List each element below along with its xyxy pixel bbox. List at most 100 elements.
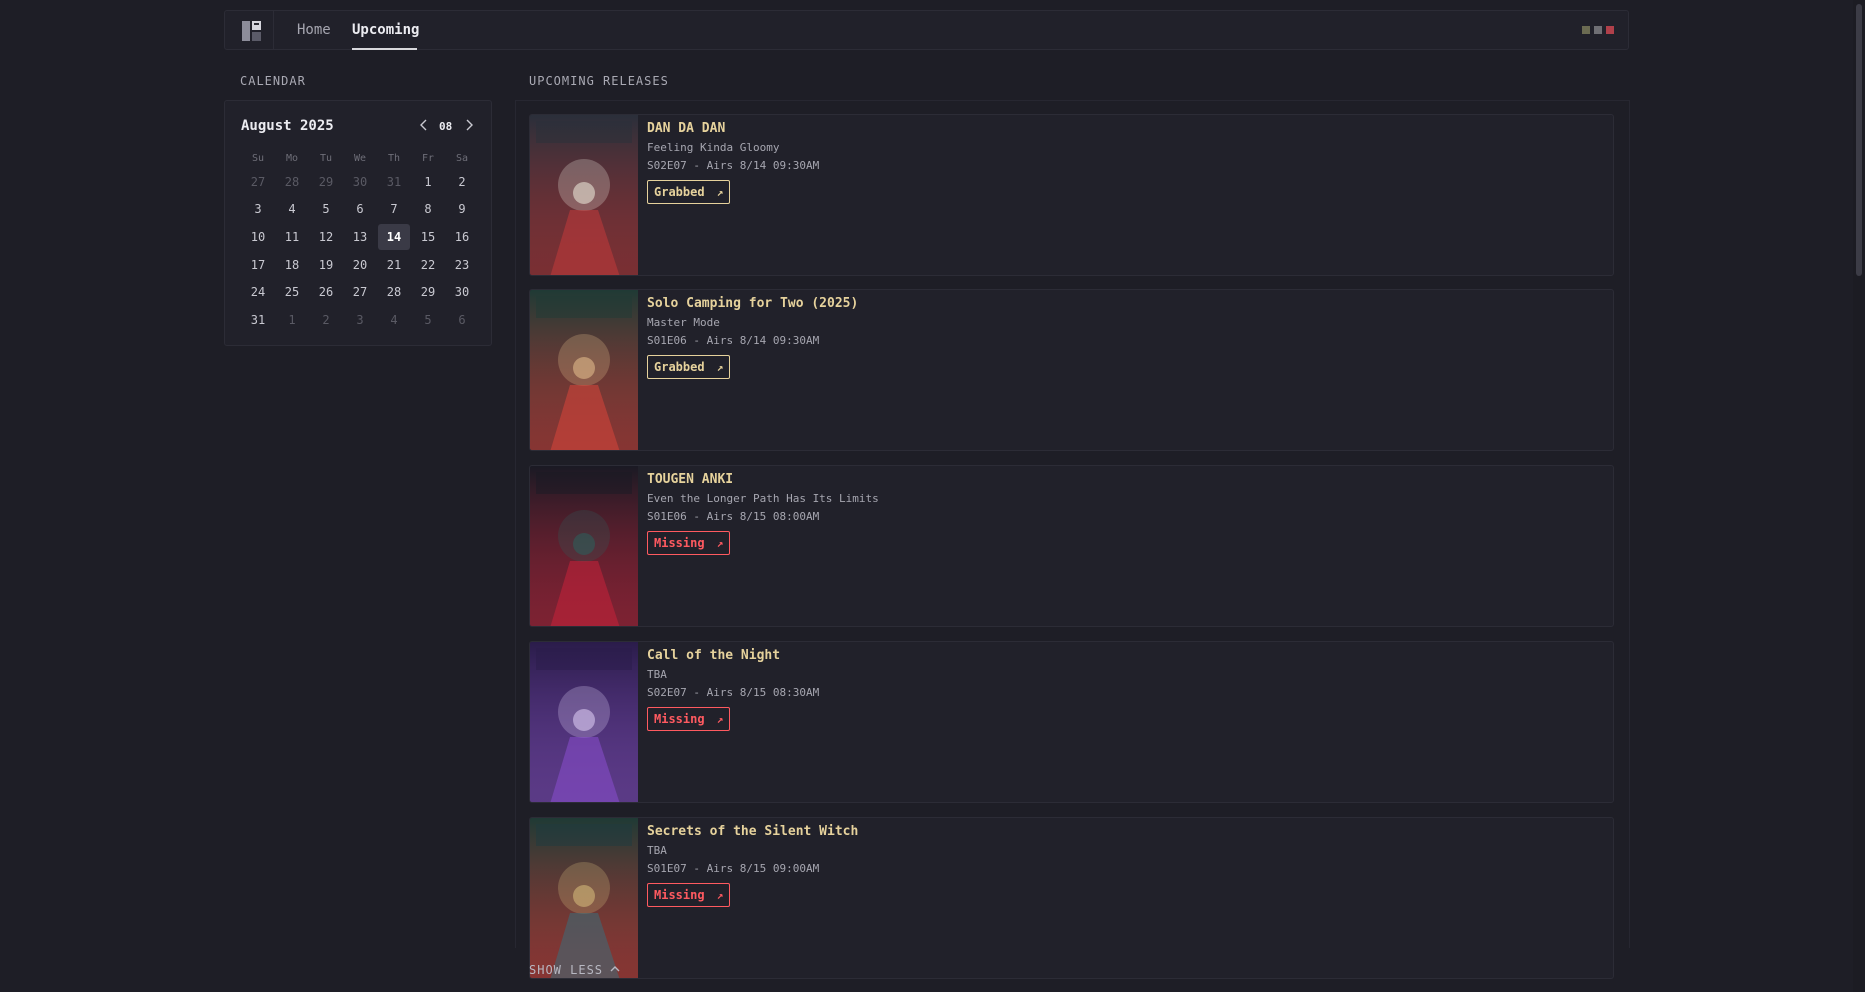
calendar-day[interactable]: 23 (445, 251, 479, 279)
release-card: Secrets of the Silent Witch TBA S01E07 -… (529, 817, 1614, 979)
calendar-day[interactable]: 5 (411, 306, 445, 334)
calendar-day[interactable]: 4 (377, 306, 411, 334)
calendar-day[interactable]: 22 (411, 251, 445, 279)
calendar-day[interactable]: 8 (411, 196, 445, 224)
weekday-label: Th (387, 153, 401, 164)
window-dot-1[interactable] (1582, 26, 1590, 34)
calendar-day[interactable]: 6 (343, 196, 377, 224)
release-title[interactable]: DAN DA DAN (647, 121, 725, 136)
calendar-day[interactable]: 5 (309, 196, 343, 224)
top-navbar: Home Upcoming (224, 10, 1629, 50)
nav-upcoming-link[interactable]: Upcoming (352, 22, 419, 38)
calendar-day[interactable]: 15 (411, 223, 445, 251)
calendar-day[interactable]: 17 (241, 251, 275, 279)
external-link-icon: ↗ (716, 536, 724, 550)
status-missing-button[interactable]: Missing ↗ (647, 531, 731, 555)
calendar-day[interactable]: 2 (445, 168, 479, 196)
poster-image[interactable] (530, 115, 638, 275)
weekday-label: Fr (421, 153, 435, 164)
air-info: S01E07 - Airs 8/15 09:00AM (647, 862, 820, 875)
release-title[interactable]: Secrets of the Silent Witch (647, 824, 858, 839)
external-link-icon: ↗ (716, 360, 724, 374)
episode-title: Even the Longer Path Has Its Limits (647, 492, 879, 505)
calendar-day[interactable]: 4 (275, 196, 309, 224)
status-missing-button[interactable]: Missing ↗ (647, 883, 731, 907)
release-card: DAN DA DAN Feeling Kinda Gloomy S02E07 -… (529, 114, 1614, 276)
calendar-day[interactable]: 29 (309, 168, 343, 196)
release-card: Solo Camping for Two (2025) Master Mode … (529, 289, 1614, 451)
calendar-day[interactable]: 27 (343, 278, 377, 306)
status-label: Grabbed (654, 185, 705, 199)
scrollbar-thumb[interactable] (1856, 4, 1862, 276)
air-info: S01E06 - Airs 8/15 08:00AM (647, 510, 820, 523)
calendar-day[interactable]: 13 (343, 223, 377, 251)
release-card: TOUGEN ANKI Even the Longer Path Has Its… (529, 465, 1614, 627)
calendar-month-title: August 2025 (241, 118, 334, 134)
calendar-day[interactable]: 6 (445, 306, 479, 334)
status-missing-button[interactable]: Missing ↗ (647, 707, 731, 731)
status-label: Missing (654, 536, 705, 550)
air-info: S02E07 - Airs 8/15 08:30AM (647, 686, 820, 699)
episode-title: TBA (647, 668, 667, 681)
releases-section-label: UPCOMING RELEASES (529, 74, 669, 88)
calendar-day[interactable]: 30 (343, 168, 377, 196)
calendar-day[interactable]: 7 (377, 196, 411, 224)
status-label: Missing (654, 712, 705, 726)
calendar-day[interactable]: 19 (309, 251, 343, 279)
calendar-day[interactable]: 24 (241, 278, 275, 306)
calendar-day[interactable]: 16 (445, 223, 479, 251)
air-info: S02E07 - Airs 8/14 09:30AM (647, 159, 820, 172)
calendar-widget: August 2025 08 Su Mo Tu We Th Fr Sa 27 28 29 30 31… (224, 100, 492, 346)
calendar-day[interactable]: 11 (275, 223, 309, 251)
window-dot-2[interactable] (1594, 26, 1602, 34)
calendar-day[interactable]: 3 (343, 306, 377, 334)
calendar-day[interactable]: 28 (275, 168, 309, 196)
calendar-day[interactable]: 30 (445, 278, 479, 306)
calendar-month-number: 08 (439, 120, 453, 133)
calendar-day[interactable]: 31 (377, 168, 411, 196)
poster-image[interactable] (530, 466, 638, 626)
calendar-day[interactable]: 12 (309, 223, 343, 251)
calendar-day[interactable]: 21 (377, 251, 411, 279)
chevron-up-icon (609, 963, 621, 977)
navbar-divider (273, 11, 274, 49)
calendar-day[interactable]: 18 (275, 251, 309, 279)
status-grabbed-button[interactable]: Grabbed ↗ (647, 355, 731, 379)
show-less-button[interactable]: SHOW LESS (529, 963, 621, 977)
external-link-icon: ↗ (716, 712, 724, 726)
calendar-day[interactable]: 1 (411, 168, 445, 196)
app-logo-icon[interactable] (241, 20, 263, 42)
release-title[interactable]: Call of the Night (647, 648, 780, 663)
calendar-day[interactable]: 28 (377, 278, 411, 306)
status-label: Missing (654, 888, 705, 902)
episode-title: TBA (647, 844, 667, 857)
window-dot-3[interactable] (1606, 26, 1614, 34)
nav-home-link[interactable]: Home (297, 22, 331, 38)
calendar-day[interactable]: 27 (241, 168, 275, 196)
calendar-day[interactable]: 9 (445, 196, 479, 224)
calendar-day[interactable]: 10 (241, 223, 275, 251)
poster-image[interactable] (530, 290, 638, 450)
calendar-day[interactable]: 25 (275, 278, 309, 306)
air-info: S01E06 - Airs 8/14 09:30AM (647, 334, 820, 347)
release-title[interactable]: Solo Camping for Two (2025) (647, 296, 858, 311)
calendar-day[interactable]: 29 (411, 278, 445, 306)
weekday-label: Mo (285, 153, 299, 164)
status-label: Grabbed (654, 360, 705, 374)
calendar-day[interactable]: 3 (241, 196, 275, 224)
poster-image[interactable] (530, 642, 638, 802)
chevron-left-icon[interactable] (417, 117, 431, 133)
status-grabbed-button[interactable]: Grabbed ↗ (647, 180, 731, 204)
calendar-day-selected[interactable]: 14 (378, 224, 410, 250)
release-card: Call of the Night TBA S02E07 - Airs 8/15… (529, 641, 1614, 803)
weekday-label: Sa (455, 153, 469, 164)
calendar-day[interactable]: 1 (275, 306, 309, 334)
calendar-day[interactable]: 2 (309, 306, 343, 334)
chevron-right-icon[interactable] (462, 117, 476, 133)
poster-image[interactable] (530, 818, 638, 978)
calendar-day[interactable]: 20 (343, 251, 377, 279)
release-title[interactable]: TOUGEN ANKI (647, 472, 733, 487)
calendar-day[interactable]: 26 (309, 278, 343, 306)
calendar-day[interactable]: 31 (241, 306, 275, 334)
episode-title: Master Mode (647, 316, 720, 329)
